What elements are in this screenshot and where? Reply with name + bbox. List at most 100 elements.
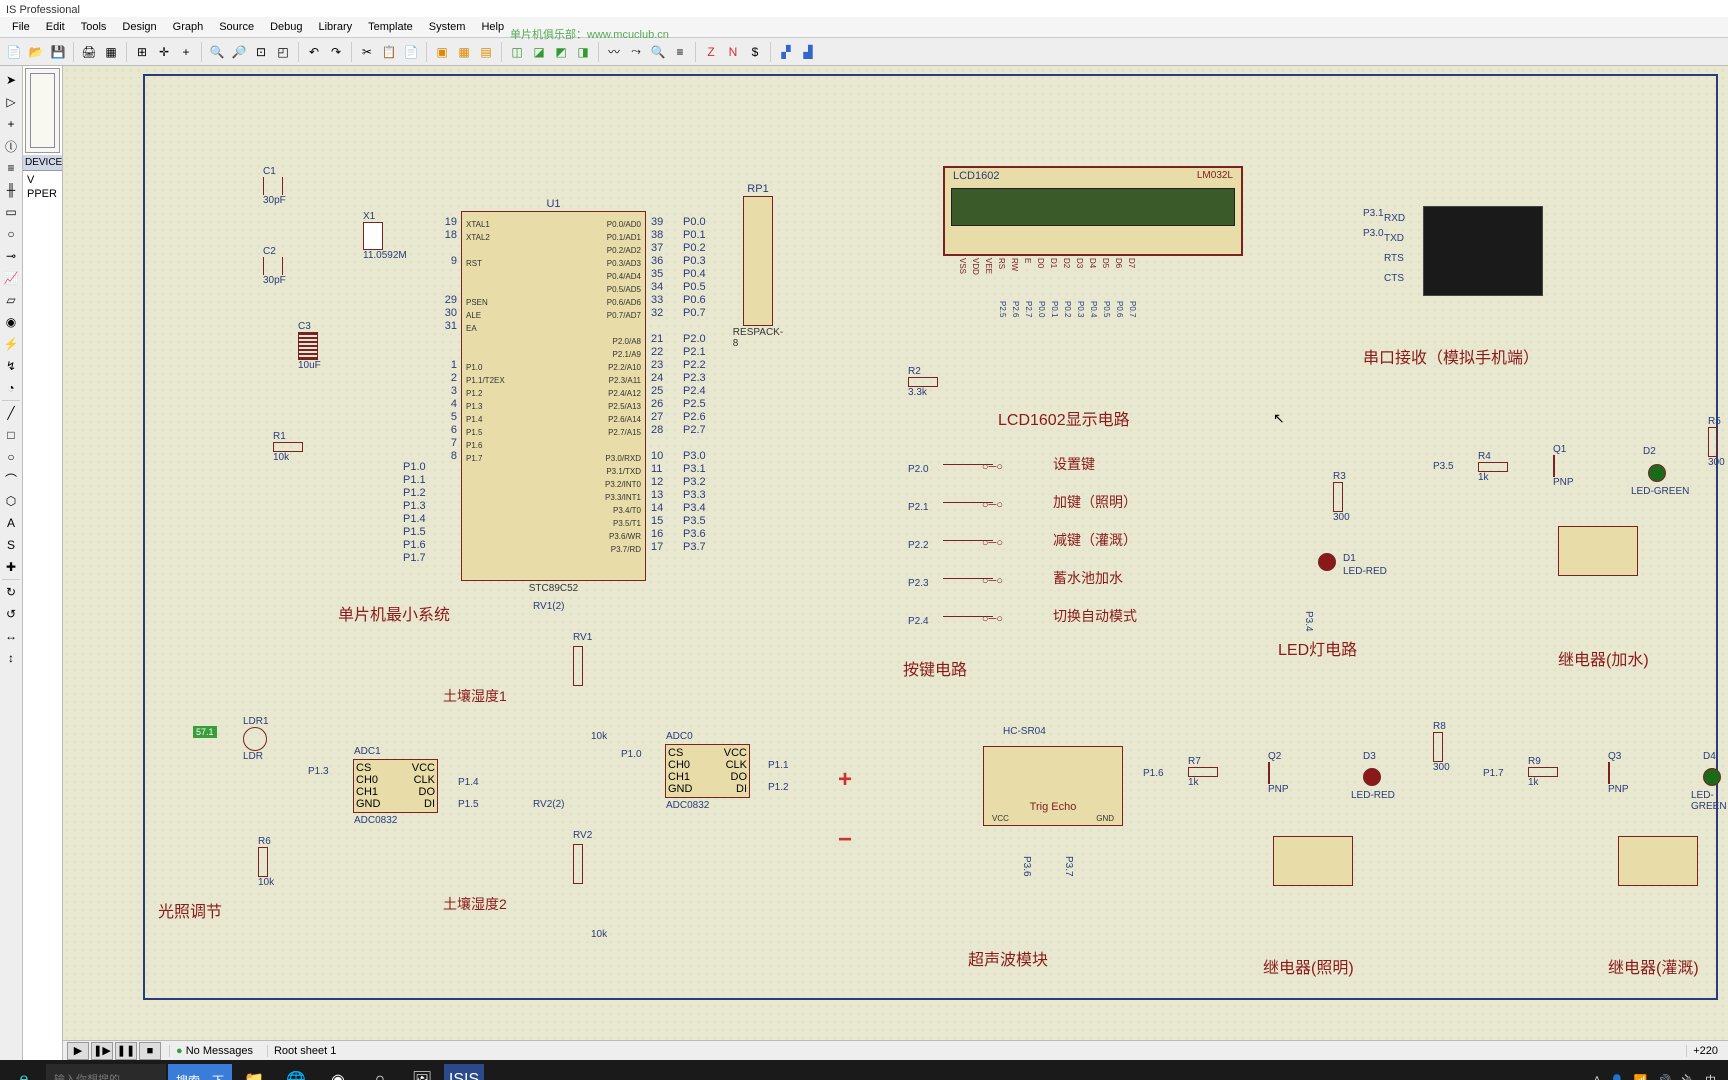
graph-icon[interactable]: 📈 (1, 268, 21, 288)
property-icon[interactable]: ≡ (670, 42, 690, 62)
tray-chevron-icon[interactable]: ˄ (1594, 1074, 1600, 1080)
3d-icon[interactable]: ▟ (798, 42, 818, 62)
c3[interactable]: C3 10uF (298, 321, 321, 371)
tray-wifi-icon[interactable]: 📶 (1634, 1074, 1648, 1080)
edge2-icon[interactable]: 🌐 (276, 1064, 316, 1080)
r7[interactable]: R7 1k (1188, 756, 1218, 788)
r5[interactable]: R5 300 (1708, 416, 1725, 468)
taskbar-search[interactable] (46, 1064, 166, 1080)
q2[interactable]: Q2 PNP (1268, 751, 1289, 795)
probe-minus-icon[interactable]: − (838, 826, 852, 854)
symbol2d-icon[interactable]: S (1, 535, 21, 555)
netlist-icon[interactable]: N (723, 42, 743, 62)
pause-button[interactable]: ❚❚ (115, 1042, 137, 1060)
script-icon[interactable]: ≡ (1, 158, 21, 178)
menu-file[interactable]: File (4, 19, 38, 35)
menu-tools[interactable]: Tools (73, 19, 115, 35)
circle2d-icon[interactable]: ○ (1, 447, 21, 467)
print-icon[interactable]: 🖨 (79, 42, 99, 62)
tape-icon[interactable]: ▱ (1, 290, 21, 310)
terminal-icon[interactable]: ○ (1, 224, 21, 244)
play-button[interactable]: ▶ (67, 1042, 89, 1060)
r1[interactable]: R1 10k (273, 431, 303, 463)
d2-led[interactable] (1648, 464, 1666, 482)
zoom-in-icon[interactable]: 🔍 (207, 42, 227, 62)
rotate-ccw-icon[interactable]: ↺ (1, 604, 21, 624)
cortana-icon[interactable]: ○ (360, 1064, 400, 1080)
button-symbols[interactable]: ○─○ ○─○ ○─○ ○─○ ○─○ (943, 451, 993, 617)
r9[interactable]: R9 1k (1528, 756, 1558, 788)
devpin-icon[interactable]: ⊸ (1, 246, 21, 266)
d4-led[interactable] (1703, 768, 1721, 786)
mcu-chip[interactable]: U1 STC89C52 XTAL1XTAL2 RST PSENALEEA P1.… (461, 211, 646, 581)
menu-graph[interactable]: Graph (165, 19, 212, 35)
overview-window[interactable] (25, 68, 60, 153)
device-item[interactable]: V (25, 173, 60, 187)
chrome-icon[interactable]: ◉ (318, 1064, 358, 1080)
path2d-icon[interactable]: ⬡ (1, 491, 21, 511)
rv1[interactable]: RV1 (573, 646, 583, 686)
ares-icon[interactable]: ▞ (776, 42, 796, 62)
arc2d-icon[interactable]: ⌒ (1, 469, 21, 489)
selection-icon[interactable]: ➤ (1, 70, 21, 90)
messages-indicator[interactable]: ● No Messages (169, 1045, 259, 1057)
hcsr04[interactable]: Trig Echo VCC GND (983, 746, 1123, 826)
mirror-h-icon[interactable]: ↔ (1, 626, 21, 646)
new-icon[interactable]: 📄 (4, 42, 24, 62)
subcircuit-icon[interactable]: ▭ (1, 202, 21, 222)
photos-icon[interactable]: 🖼 (402, 1064, 442, 1080)
menu-library[interactable]: Library (311, 19, 361, 35)
zoom-area-icon[interactable]: ◰ (273, 42, 293, 62)
cursor-icon[interactable]: + (176, 42, 196, 62)
cut-icon[interactable]: ✂ (357, 42, 377, 62)
isis-icon[interactable]: ISIS (444, 1064, 484, 1080)
explorer-icon[interactable]: 📁 (234, 1064, 274, 1080)
c1[interactable]: C1 30pF (263, 166, 286, 206)
relay-water[interactable] (1558, 526, 1638, 576)
probe-i-icon[interactable]: ↯ (1, 356, 21, 376)
schematic-canvas[interactable]: U1 STC89C52 XTAL1XTAL2 RST PSENALEEA P1.… (63, 66, 1728, 1060)
step-button[interactable]: ❚▶ (91, 1042, 113, 1060)
x1[interactable]: X1 11.0592M (363, 211, 407, 261)
zoom-all-icon[interactable]: ⊡ (251, 42, 271, 62)
save-icon[interactable]: 💾 (48, 42, 68, 62)
tray-volume-icon[interactable]: 🔊 (1658, 1074, 1672, 1080)
r3[interactable]: R3 300 (1333, 471, 1350, 523)
r8[interactable]: R8 300 (1433, 721, 1450, 773)
block-icon[interactable]: ▣ (432, 42, 452, 62)
search-input[interactable] (54, 1074, 158, 1080)
d3-led[interactable] (1363, 768, 1381, 786)
q1[interactable]: Q1 PNP (1553, 444, 1574, 488)
block3-icon[interactable]: ▤ (476, 42, 496, 62)
menu-template[interactable]: Template (360, 19, 421, 35)
rp1[interactable]: RP1 RESPACK-8 (743, 196, 773, 326)
virtual-terminal[interactable]: RXD TXD RTS CTS (1423, 206, 1543, 296)
box2d-icon[interactable]: □ (1, 425, 21, 445)
component-icon[interactable]: ▷ (1, 92, 21, 112)
generator-icon[interactable]: ◉ (1, 312, 21, 332)
origin-icon[interactable]: ✛ (154, 42, 174, 62)
block2-icon[interactable]: ▦ (454, 42, 474, 62)
junction-icon[interactable]: + (1, 114, 21, 134)
paste-icon[interactable]: 📄 (401, 42, 421, 62)
grid-icon[interactable]: ⊞ (132, 42, 152, 62)
probe-plus-icon[interactable]: + (838, 766, 852, 794)
adc1[interactable]: ADC1 CSVCC CH0CLK CH1DO GNDDI ADC0832 (353, 759, 438, 813)
rotate-cw-icon[interactable]: ↻ (1, 582, 21, 602)
c2[interactable]: C2 30pF (263, 246, 286, 286)
bom-icon[interactable]: $ (745, 42, 765, 62)
relay-light[interactable] (1273, 836, 1353, 886)
erc-icon[interactable]: Z (701, 42, 721, 62)
tray-power-icon[interactable]: 🔌 (1681, 1074, 1695, 1080)
undo-icon[interactable]: ↶ (304, 42, 324, 62)
lcd1602[interactable]: LCD1602 LM032L (943, 166, 1243, 256)
instrument-icon[interactable]: ◔ (1, 378, 21, 398)
menu-debug[interactable]: Debug (262, 19, 310, 35)
bus-icon[interactable]: ╫ (1, 180, 21, 200)
adc0[interactable]: ADC0 CSVCC CH0CLK CH1DO GNDDI ADC0832 (665, 744, 750, 798)
menu-design[interactable]: Design (114, 19, 164, 35)
redo-icon[interactable]: ↷ (326, 42, 346, 62)
menu-help[interactable]: Help (473, 19, 512, 35)
line2d-icon[interactable]: ╱ (1, 403, 21, 423)
r6[interactable]: R6 10k (258, 836, 274, 888)
